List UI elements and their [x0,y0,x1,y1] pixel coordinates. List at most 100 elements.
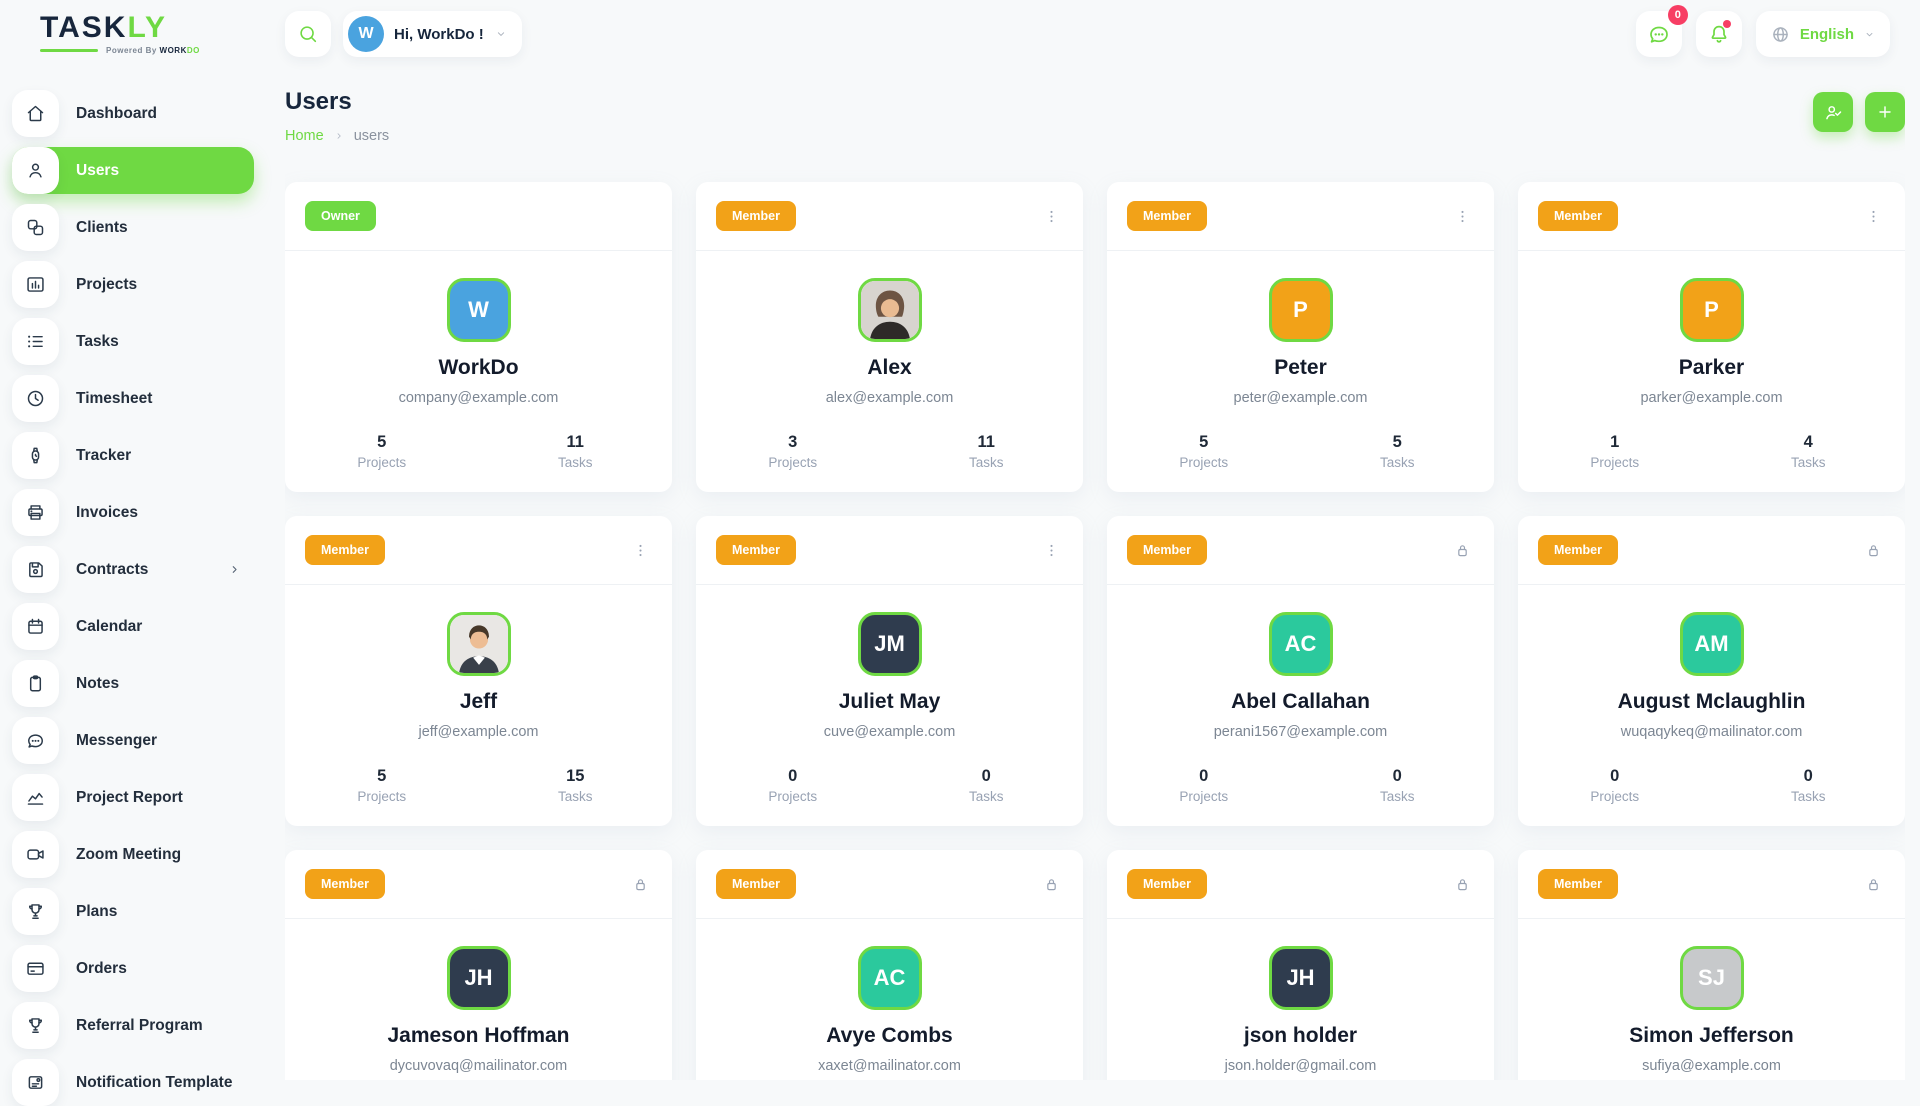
role-badge[interactable]: Member [716,201,796,231]
breadcrumb-home-link[interactable]: Home [285,128,324,144]
user-email: company@example.com [285,390,672,406]
sidebar-item-plans[interactable]: Plans [12,888,254,935]
avatar: AM [1680,612,1744,676]
avatar-photo [858,278,922,342]
sidebar-item-zoom-meeting[interactable]: Zoom Meeting [12,831,254,878]
user-name: Peter [1107,356,1494,380]
video-icon [12,831,59,878]
user-name: Simon Jefferson [1518,1024,1905,1048]
sidebar-item-projects[interactable]: Projects [12,261,254,308]
sidebar-item-dashboard[interactable]: Dashboard [12,90,254,137]
role-badge[interactable]: Owner [305,201,376,231]
user-email: jeff@example.com [285,724,672,740]
card-menu-button[interactable] [1450,204,1474,228]
card-icon [12,945,59,992]
user-card-json-holder: Member JH json holder json.holder@gmail.… [1107,850,1494,1080]
user-card-peter: Member P Peter peter@example.com 5 Proje… [1107,182,1494,492]
add-user-button[interactable] [1865,92,1905,132]
logo-tagline: Powered By WORKDO [40,46,285,55]
user-card-jameson-hoffman: Member JH Jameson Hoffman dycuvovaq@mail… [285,850,672,1080]
user-name: August Mclaughlin [1518,690,1905,714]
messages-button[interactable]: 0 [1636,11,1682,57]
sidebar-item-timesheet[interactable]: Timesheet [12,375,254,422]
logo-underline [40,49,98,52]
language-selector[interactable]: English [1756,11,1890,57]
sidebar-item-project-report[interactable]: Project Report [12,774,254,821]
card-menu-button[interactable] [1861,204,1885,228]
sidebar-item-users[interactable]: Users [12,147,254,194]
role-badge[interactable]: Member [1127,201,1207,231]
user-name: Abel Callahan [1107,690,1494,714]
sidebar-item-contracts[interactable]: Contracts [12,546,254,593]
role-badge[interactable]: Member [305,869,385,899]
card-menu-button[interactable] [628,538,652,562]
sidebar: Dashboard Users Clients Projects Tasks T… [12,90,262,1106]
projects-label: Projects [1107,455,1301,470]
projects-label: Projects [1107,789,1301,804]
avatar: AC [1269,612,1333,676]
tasks-label: Tasks [890,789,1084,804]
notification-dot [1723,20,1731,28]
sidebar-item-tasks[interactable]: Tasks [12,318,254,365]
projects-count: 1 [1518,433,1712,452]
tasks-count: 11 [479,433,673,452]
projects-label: Projects [285,789,479,804]
avatar: P [1269,278,1333,342]
role-badge[interactable]: Member [305,535,385,565]
sidebar-item-clients[interactable]: Clients [12,204,254,251]
card-menu-button[interactable] [1039,204,1063,228]
role-badge[interactable]: Member [1127,535,1207,565]
user-card-abel-callahan: Member AC Abel Callahan perani1567@examp… [1107,516,1494,826]
role-badge[interactable]: Member [716,535,796,565]
breadcrumb-chevron-icon [333,130,345,142]
watch-icon [12,432,59,479]
search-button[interactable] [285,11,331,57]
avatar: SJ [1680,946,1744,1010]
sidebar-item-messenger[interactable]: Messenger [12,717,254,764]
sidebar-item-notes[interactable]: Notes [12,660,254,707]
lock-icon [1039,872,1063,896]
sidebar-item-orders[interactable]: Orders [12,945,254,992]
tasks-count: 0 [890,767,1084,786]
tasks-label: Tasks [479,789,673,804]
card-menu-button[interactable] [1039,538,1063,562]
user-name: Jameson Hoffman [285,1024,672,1048]
tasks-count: 5 [1301,433,1495,452]
user-card-august-mclaughlin: Member AM August Mclaughlin wuqaqykeq@ma… [1518,516,1905,826]
tasks-label: Tasks [890,455,1084,470]
tasks-label: Tasks [1301,455,1495,470]
role-badge[interactable]: Member [1538,869,1618,899]
avatar: JM [858,612,922,676]
role-badge[interactable]: Member [716,869,796,899]
role-badge[interactable]: Member [1127,869,1207,899]
sidebar-item-invoices[interactable]: Invoices [12,489,254,536]
user-email: alex@example.com [696,390,1083,406]
chevron-right-icon [227,562,242,577]
lock-icon [1861,538,1885,562]
main-content: Users Home users Owner [285,58,1905,1080]
user-name: Juliet May [696,690,1083,714]
projects-count: 0 [1518,767,1712,786]
logo-wordmark: TASKLY [40,13,285,43]
user-email: xaxet@mailinator.com [696,1058,1083,1074]
manage-roles-button[interactable] [1813,92,1853,132]
sidebar-item-referral-program[interactable]: Referral Program [12,1002,254,1049]
role-badge[interactable]: Member [1538,535,1618,565]
sidebar-item-tracker[interactable]: Tracker [12,432,254,479]
projects-count: 5 [285,767,479,786]
role-badge[interactable]: Member [1538,201,1618,231]
app-logo[interactable]: TASKLY Powered By WORKDO [40,13,285,55]
breadcrumb-current: users [354,128,389,144]
projects-count: 3 [696,433,890,452]
sidebar-item-calendar[interactable]: Calendar [12,603,254,650]
chat-icon [12,717,59,764]
user-email: perani1567@example.com [1107,724,1494,740]
profile-menu-button[interactable]: W Hi, WorkDo ! [343,11,522,57]
sidebar-item-notification-template[interactable]: Notification Template [12,1059,254,1106]
notifications-button[interactable] [1696,11,1742,57]
clock-icon [12,375,59,422]
tasks-count: 0 [1712,767,1906,786]
page-title: Users [285,88,389,116]
tasks-count: 11 [890,433,1084,452]
tasks-label: Tasks [1712,455,1906,470]
